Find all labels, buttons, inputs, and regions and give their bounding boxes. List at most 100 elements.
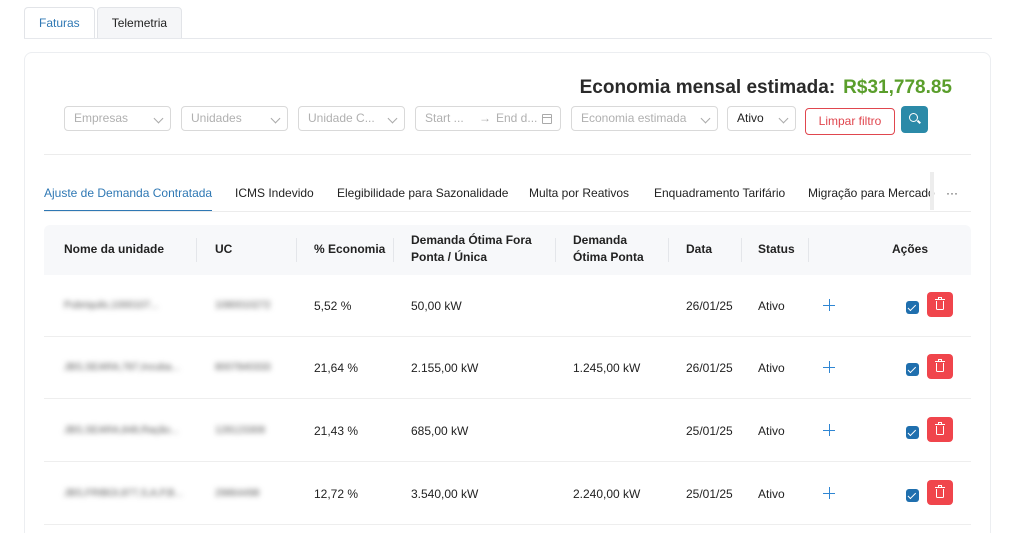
tab-ajuste-demanda[interactable]: Ajuste de Demanda Contratada (44, 178, 213, 212)
demand-off-peak: 50,00 kW (411, 299, 462, 313)
checkbox-checked-icon[interactable] (906, 301, 919, 314)
unidades-placeholder: Unidades (191, 111, 242, 125)
unit-name: JBS,FRIBOI,877,S,A,P,B... (64, 488, 183, 499)
chevron-down-icon (270, 113, 281, 124)
chevron-down-icon (153, 113, 164, 124)
economy-percent: 12,72 % (314, 487, 359, 501)
demand-peak: 1.245,00 kW (573, 361, 641, 375)
row-status: Ativo (758, 487, 785, 501)
chevron-down-icon (700, 113, 711, 124)
tab-elegibilidade-sazonalidade[interactable]: Elegibilidade para Sazonalidade (337, 178, 508, 212)
row-date: 25/01/25 (686, 487, 733, 501)
row-status: Ativo (758, 299, 785, 313)
row-date: 26/01/25 (686, 299, 733, 313)
tabs-divider (24, 38, 992, 39)
row-status: Ativo (758, 424, 785, 438)
header-ponta-line1: Demanda (573, 233, 628, 247)
trash-icon-can (936, 363, 944, 372)
chevron-down-icon (387, 113, 398, 124)
header-data: Data (686, 242, 713, 256)
unidade-c-select[interactable]: Unidade C... (298, 106, 405, 131)
unidade-c-placeholder: Unidade C... (308, 111, 375, 125)
search-icon-handle (917, 119, 921, 124)
checkbox-checked-icon[interactable] (906, 489, 919, 502)
economy-percent: 21,64 % (314, 361, 359, 375)
header-separator (296, 238, 297, 262)
unidades-select[interactable]: Unidades (181, 106, 288, 131)
chevron-down-icon (778, 113, 789, 124)
start-date-input[interactable]: Start ... (425, 111, 464, 125)
header-fora-ponta-line2: Ponta / Única (411, 250, 488, 264)
plus-icon[interactable] (823, 487, 835, 499)
clear-filter-button[interactable]: Limpar filtro (805, 108, 895, 135)
status-select[interactable]: Ativo (727, 106, 796, 131)
unit-uc: 8007840333 (215, 362, 271, 373)
unit-name: JBS,SEARA,787,Incuba... (64, 362, 180, 373)
header-ponta: Demanda Ótima Ponta (573, 232, 644, 266)
economia-placeholder: Economia estimada (581, 111, 687, 125)
tab-multa-reativos[interactable]: Multa por Reativos (529, 178, 629, 212)
tabs-scroll-shadow (930, 172, 934, 210)
header-separator (393, 238, 394, 262)
economia-estimada-select[interactable]: Economia estimada (571, 106, 718, 131)
header-separator (196, 238, 197, 262)
unit-uc: 128123308 (215, 425, 266, 436)
row-status: Ativo (758, 361, 785, 375)
economy-percent: 5,52 % (314, 299, 352, 313)
header-fora-ponta: Demanda Ótima Fora Ponta / Única (411, 232, 532, 266)
row-date: 26/01/25 (686, 361, 733, 375)
date-range-picker[interactable]: Start ... → End d... (415, 106, 561, 131)
economy-value: R$31,778.85 (843, 77, 952, 98)
header-fora-ponta-line1: Demanda Ótima Fora (411, 233, 532, 247)
tab-migracao-mercado[interactable]: Migração para Mercado (808, 178, 935, 212)
header-nome: Nome da unidade (64, 242, 165, 256)
header-separator (741, 238, 742, 262)
row-date: 25/01/25 (686, 424, 733, 438)
plus-icon[interactable] (823, 299, 835, 311)
unit-uc: 29864498 (215, 488, 260, 499)
unit-name: Pubriquilo,1000107... (64, 300, 159, 311)
trash-icon-can (936, 426, 944, 435)
header-ponta-line2: Ótima Ponta (573, 250, 644, 264)
checkbox-checked-icon[interactable] (906, 363, 919, 376)
header-separator (808, 238, 809, 262)
table-row: JBS,SEARA,787,Incuba... 8007840333 21,64… (44, 337, 971, 399)
plus-icon[interactable] (823, 361, 835, 373)
empresas-select[interactable]: Empresas (64, 106, 171, 131)
top-tabs: Faturas Telemetria (24, 7, 184, 39)
economy-percent: 21,43 % (314, 424, 359, 438)
header-status: Status (758, 242, 795, 256)
delete-button[interactable] (927, 480, 953, 505)
empresas-placeholder: Empresas (74, 111, 129, 125)
tab-faturas[interactable]: Faturas (24, 7, 95, 39)
demand-off-peak: 685,00 kW (411, 424, 469, 438)
trash-icon-can (936, 301, 944, 310)
end-date-input[interactable]: End d... (496, 107, 537, 130)
table-row: JBS,FRIBOI,877,S,A,P,B... 29864498 12,72… (44, 463, 971, 525)
analysis-tabs: Ajuste de Demanda Contratada ICMS Indevi… (44, 178, 971, 212)
demand-off-peak: 2.155,00 kW (411, 361, 479, 375)
date-arrow: → (479, 111, 491, 125)
economy-summary: Economia mensal estimada: R$31,778.85 (580, 77, 952, 99)
header-uc: UC (215, 242, 233, 256)
more-tabs-button[interactable]: ··· (946, 186, 958, 200)
delete-button[interactable] (927, 354, 953, 379)
header-acoes: Ações (892, 242, 929, 256)
search-button[interactable] (901, 106, 928, 133)
tabs-underline (44, 211, 971, 212)
delete-button[interactable] (927, 292, 953, 317)
table-row: JBS,SEARA,848,Ração... 128123308 21,43 %… (44, 400, 971, 462)
unit-name: JBS,SEARA,848,Ração... (64, 425, 179, 436)
delete-button[interactable] (927, 417, 953, 442)
header-economia: % Economia (314, 242, 386, 256)
checkbox-checked-icon[interactable] (906, 426, 919, 439)
demand-peak: 2.240,00 kW (573, 487, 641, 501)
economy-label: Economia mensal estimada: (579, 77, 836, 98)
tab-icms-indevido[interactable]: ICMS Indevido (235, 178, 314, 212)
trash-icon-can (936, 489, 944, 498)
tab-enquadramento-tarifario[interactable]: Enquadramento Tarifário (654, 178, 785, 212)
calendar-icon (542, 114, 552, 124)
section-divider (44, 154, 971, 155)
plus-icon[interactable] (823, 424, 835, 436)
tab-telemetria[interactable]: Telemetria (96, 7, 183, 39)
